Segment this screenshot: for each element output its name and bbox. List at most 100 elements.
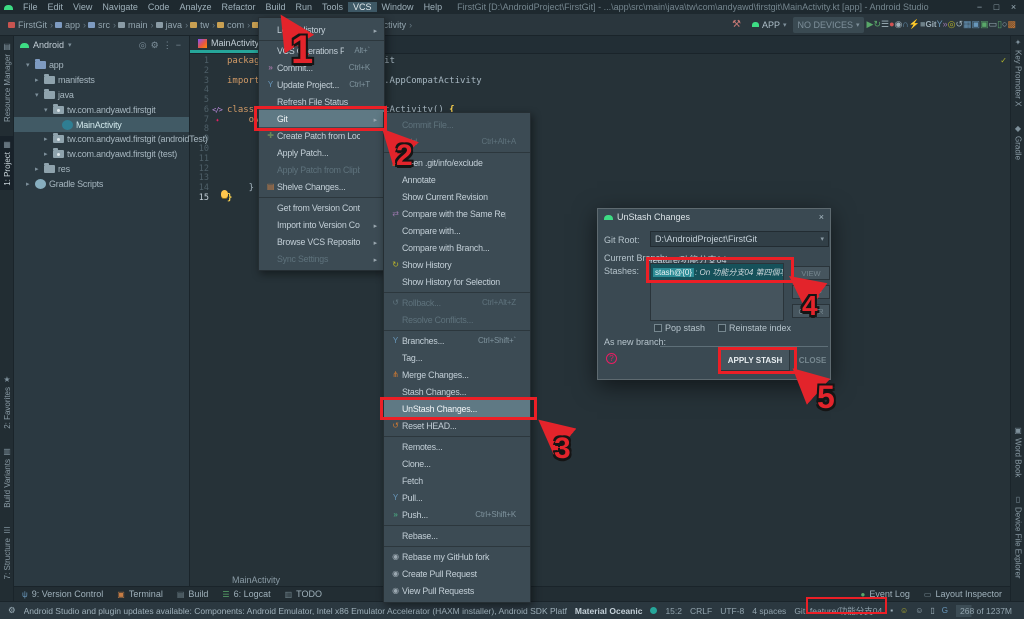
maximize-button[interactable]: □ bbox=[988, 2, 1005, 12]
git-compare-with[interactable]: Compare with... bbox=[384, 222, 530, 239]
git-branch-widget[interactable]: Git: feature/功能分支04 bbox=[794, 605, 882, 617]
tree-item-package-main[interactable]: tw.com.andyawd.firstgit bbox=[14, 102, 189, 117]
new-branch-input[interactable] bbox=[660, 333, 828, 347]
git-resolve-conflicts[interactable]: Resolve Conflicts... bbox=[384, 311, 530, 328]
menu-update-project[interactable]: Y Update Project... Ctrl+T bbox=[259, 76, 384, 93]
git-compare-same-repo[interactable]: ⇄Compare with the Same Repository Versio… bbox=[384, 205, 530, 222]
sdk-manager-icon[interactable]: ▩ bbox=[1007, 19, 1016, 29]
menu-refresh-file-status[interactable]: Refresh File Status bbox=[259, 93, 384, 110]
device-manager-icon[interactable]: ▭ bbox=[989, 19, 998, 29]
git-show-history[interactable]: ↻ Show History bbox=[384, 256, 530, 273]
breadcrumb-item[interactable]: app bbox=[55, 20, 86, 30]
editor-breadcrumb[interactable]: MainActivity bbox=[190, 574, 1010, 586]
breadcrumb-item[interactable]: java bbox=[155, 20, 189, 30]
git-rollback[interactable]: ↺ Rollback... Ctrl+Alt+Z bbox=[384, 292, 530, 311]
menubar-item[interactable]: Tools bbox=[317, 2, 348, 12]
intention-bulb-icon[interactable] bbox=[221, 190, 228, 198]
toolwindow-todo[interactable]: ▥ TODO bbox=[285, 589, 322, 599]
expand-arrow-icon[interactable] bbox=[26, 180, 35, 188]
device-status-icon[interactable]: ▯ bbox=[930, 606, 934, 615]
menu-create-patch[interactable]: ✚Create Patch from Local Changes... bbox=[259, 127, 384, 144]
indent-widget[interactable]: 4 spaces bbox=[752, 606, 786, 616]
panel-options-icon[interactable]: ⋮ bbox=[161, 40, 174, 50]
terminal-icon[interactable]: ▣ bbox=[980, 19, 989, 29]
tree-item-gradle-scripts[interactable]: Gradle Scripts bbox=[14, 176, 189, 191]
git-rebase-github-fork[interactable]: ◉ Rebase my GitHub fork bbox=[384, 546, 530, 565]
git-tag[interactable]: Tag... bbox=[384, 349, 530, 366]
tree-item-app[interactable]: app bbox=[14, 58, 189, 73]
toolwindow-logcat[interactable]: ☰ 6: Logcat bbox=[222, 589, 270, 599]
menu-vcs-operations[interactable]: VCS Operations Popup...Alt+` bbox=[259, 40, 384, 59]
stash-row-selected[interactable]: stash@{0}: On 功能分支04 第四個功能寫到一半 bbox=[651, 264, 783, 281]
help-icon[interactable]: ? bbox=[606, 353, 617, 364]
tree-item-res[interactable]: res bbox=[14, 162, 189, 177]
gutter-icon[interactable]: </> bbox=[211, 106, 223, 114]
menu-git[interactable]: Git bbox=[259, 110, 384, 127]
tree-item-java[interactable]: java bbox=[14, 88, 189, 103]
run-config-icon[interactable]: ☰ bbox=[881, 19, 889, 29]
menubar-item[interactable]: Code bbox=[143, 2, 175, 12]
git-show-current-revision[interactable]: Show Current Revision bbox=[384, 188, 530, 205]
smiley2-icon[interactable]: ☺ bbox=[915, 606, 923, 615]
inspections-status-icon[interactable]: ✓ bbox=[1000, 56, 1007, 65]
git-clone[interactable]: Clone... bbox=[384, 455, 530, 472]
menu-browse-vcs-repo[interactable]: Browse VCS Repository bbox=[259, 233, 384, 250]
menubar-item[interactable]: Refactor bbox=[216, 2, 260, 12]
stashes-list[interactable]: stash@{0}: On 功能分支04 第四個功能寫到一半 bbox=[650, 263, 784, 321]
breadcrumb-item[interactable]: main bbox=[118, 20, 154, 30]
git-root-select[interactable]: D:\AndroidProject\FirstGit ▾ bbox=[650, 231, 829, 247]
settings-gear-icon[interactable]: ⚙ bbox=[149, 40, 161, 50]
menu-apply-patch[interactable]: Apply Patch... bbox=[259, 144, 384, 161]
menu-sync-settings[interactable]: Sync Settings bbox=[259, 250, 384, 267]
expand-arrow-icon[interactable] bbox=[44, 106, 53, 114]
lock-icon[interactable]: ▪ bbox=[890, 606, 893, 615]
git-rebase[interactable]: Rebase... bbox=[384, 525, 530, 544]
line-ending-widget[interactable]: CRLF bbox=[690, 606, 712, 616]
menubar-item[interactable]: Navigate bbox=[97, 2, 143, 12]
menu-get-from-vcs[interactable]: Get from Version Control... bbox=[259, 197, 384, 216]
close-button[interactable]: × bbox=[1005, 2, 1022, 12]
strip-build-variants[interactable]: ▥ Build Variants bbox=[0, 443, 14, 512]
toolwindow-terminal[interactable]: ▣ Terminal bbox=[117, 589, 163, 599]
expand-arrow-icon[interactable] bbox=[44, 150, 53, 158]
toolwindow-build[interactable]: ▤ Build bbox=[177, 589, 209, 599]
git-pull[interactable]: Y Pull... bbox=[384, 489, 530, 506]
breadcrumb-item[interactable]: tw bbox=[190, 20, 215, 30]
update-gear-icon[interactable]: ⚙ bbox=[8, 605, 16, 616]
menu-local-history[interactable]: Local History bbox=[259, 21, 384, 38]
menu-import-into-vcs[interactable]: Import into Version Control bbox=[259, 216, 384, 233]
breadcrumb-item[interactable]: src bbox=[88, 20, 116, 30]
strip-device-file-explorer[interactable]: ▯ Device File Explorer bbox=[1011, 491, 1024, 583]
git-remotes[interactable]: Remotes... bbox=[384, 436, 530, 455]
menubar-item[interactable]: Build bbox=[260, 2, 290, 12]
menubar-item[interactable]: Window bbox=[377, 2, 419, 12]
view-button[interactable]: VIEW bbox=[792, 266, 830, 280]
menubar-item[interactable]: Help bbox=[419, 2, 448, 12]
git-stash-changes[interactable]: Stash Changes... bbox=[384, 383, 530, 400]
layout-inspector-button[interactable]: ▭ Layout Inspector bbox=[924, 589, 1002, 599]
expand-arrow-icon[interactable] bbox=[35, 165, 44, 173]
project-view-selector[interactable]: Android bbox=[33, 40, 64, 50]
menubar-item[interactable]: File bbox=[18, 2, 43, 12]
smiley-icon[interactable]: ☺ bbox=[900, 606, 908, 615]
git-compare-branch[interactable]: Compare with Branch... bbox=[384, 239, 530, 256]
breadcrumb-item[interactable]: FirstGit bbox=[8, 20, 53, 30]
build-hammer-icon[interactable]: ⚒ bbox=[732, 19, 741, 30]
apply-stash-button[interactable]: APPLY STASH bbox=[720, 349, 790, 371]
expand-arrow-icon[interactable] bbox=[35, 76, 44, 84]
dialog-close-icon[interactable]: × bbox=[819, 212, 824, 222]
translate-icon[interactable]: ▣ bbox=[972, 19, 981, 29]
expand-arrow-icon[interactable] bbox=[35, 91, 44, 99]
git-unstash-changes[interactable]: UnStash Changes... bbox=[384, 400, 530, 417]
hide-pan el-icon[interactable]: − bbox=[174, 40, 183, 50]
strip-resource-manager[interactable]: ▤ Resource Manager bbox=[0, 38, 14, 126]
menubar-item[interactable]: Edit bbox=[43, 2, 69, 12]
encoding-widget[interactable]: UTF-8 bbox=[720, 606, 744, 616]
layout-grid-icon[interactable]: ▦ bbox=[963, 19, 972, 29]
tree-item-manifests[interactable]: manifests bbox=[14, 73, 189, 88]
tree-item-package-test[interactable]: tw.com.andyawd.firstgit (test) bbox=[14, 147, 189, 162]
tree-item-mainactivity[interactable]: MainActivity bbox=[14, 117, 189, 132]
git-toolbar-icon[interactable]: Git bbox=[925, 20, 936, 29]
expand-arrow-icon[interactable] bbox=[44, 135, 53, 143]
locate-file-icon[interactable]: ◎ bbox=[137, 40, 149, 50]
